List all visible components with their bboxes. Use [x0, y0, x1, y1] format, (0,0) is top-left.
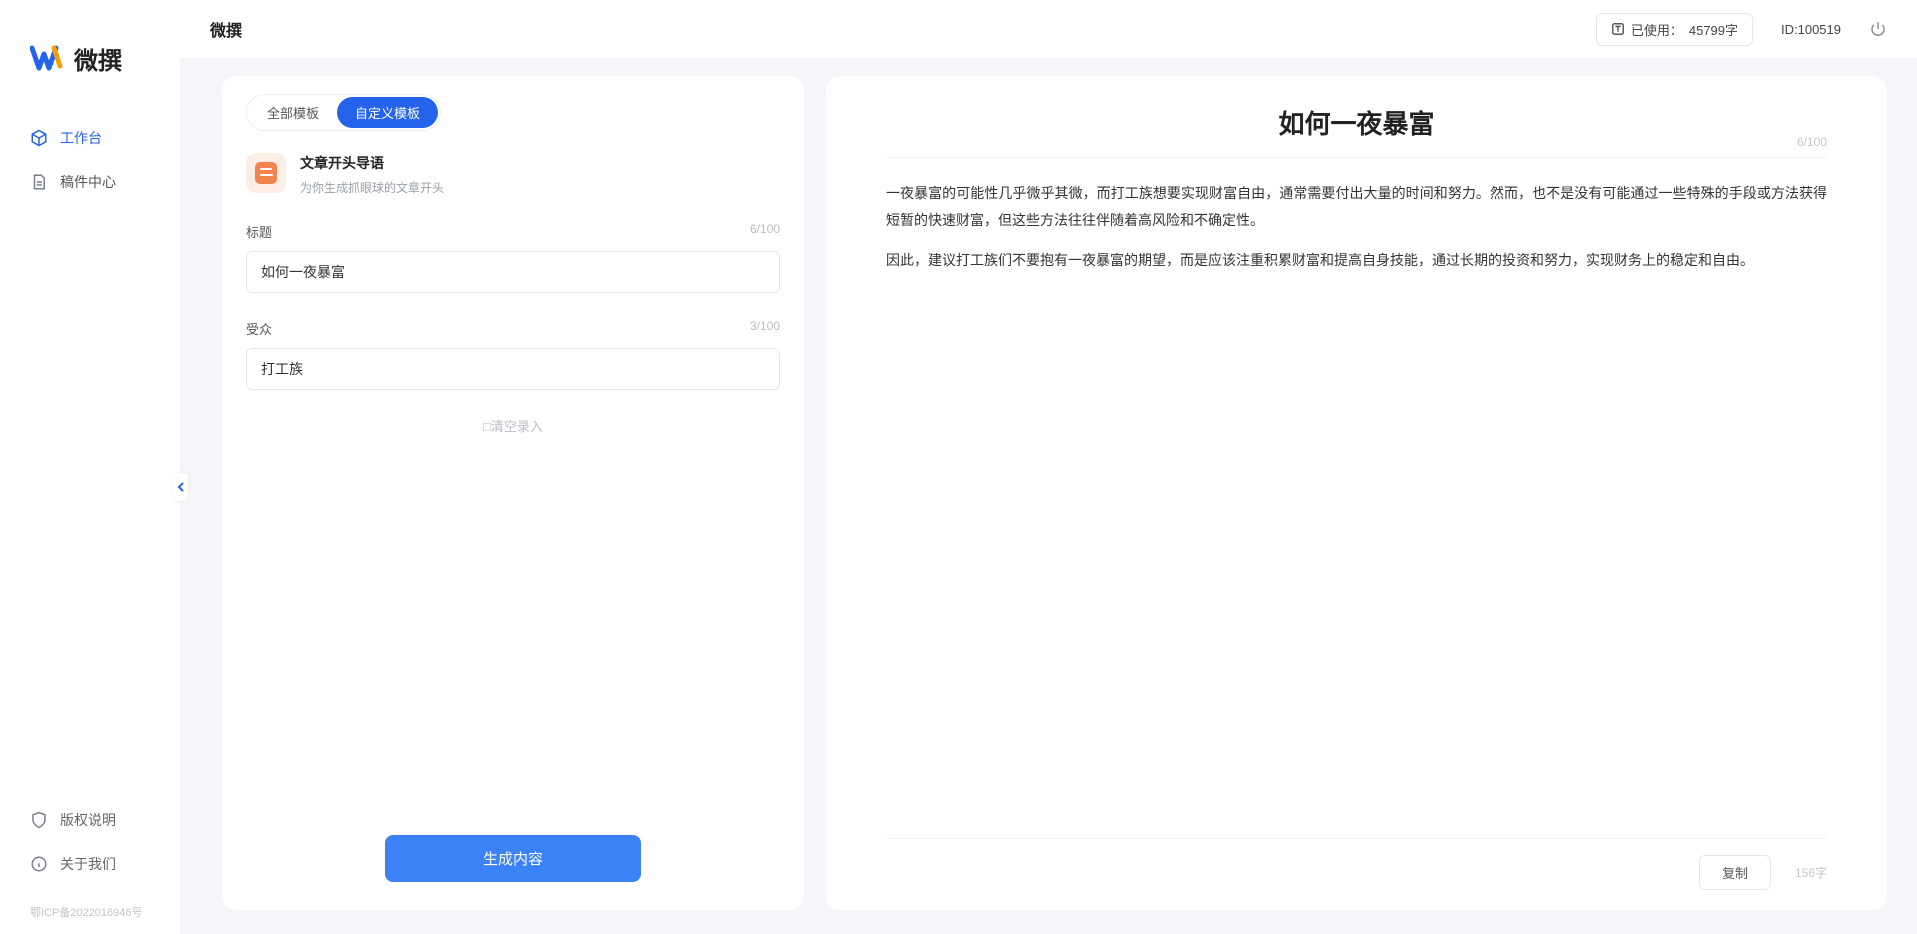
topbar-right: 已使用： 45799字 ID:100519	[1596, 13, 1887, 46]
field-count: 3/100	[750, 319, 780, 338]
shield-icon	[30, 811, 48, 829]
logo-text: 微撰	[74, 41, 122, 76]
form-panel: 全部模板 自定义模板 文章开头导语 为你生成抓眼球的文章开头 标题 6/100	[222, 76, 804, 910]
result-body: 一夜暴富的可能性几乎微乎其微，而打工族想要实现财富自由，通常需要付出大量的时间和…	[886, 180, 1827, 288]
nav-label: 关于我们	[60, 854, 116, 874]
page-title: 微撰	[210, 17, 242, 41]
copy-button[interactable]: 复制	[1699, 855, 1771, 890]
field-label: 标题	[246, 222, 272, 241]
usage-prefix: 已使用：	[1631, 20, 1683, 39]
icp-text: 鄂ICP备2022016946号	[0, 904, 180, 934]
user-id: ID:100519	[1781, 22, 1841, 37]
main: 微撰 已使用： 45799字 ID:100519 全部模板 自定义模板	[180, 0, 1917, 934]
result-paragraph: 因此，建议打工族们不要抱有一夜暴富的期望，而是应该注重积累财富和提高自身技能，通…	[886, 247, 1827, 274]
template-desc: 为你生成抓眼球的文章开头	[300, 179, 444, 196]
nav-main: 工作台 稿件中心	[0, 106, 180, 798]
field-count: 6/100	[750, 222, 780, 241]
template-tabs: 全部模板 自定义模板	[246, 94, 441, 131]
field-label: 受众	[246, 319, 272, 338]
nav-bottom: 版权说明 关于我们	[0, 798, 180, 904]
nav-label: 工作台	[60, 128, 102, 148]
result-title-count: 6/100	[1797, 135, 1827, 149]
topbar: 微撰 已使用： 45799字 ID:100519	[180, 0, 1917, 58]
usage-value: 45799字	[1689, 20, 1738, 39]
tab-all-templates[interactable]: 全部模板	[249, 97, 337, 128]
logo: 微撰	[0, 0, 180, 106]
result-paragraph: 一夜暴富的可能性几乎微乎其微，而打工族想要实现财富自由，通常需要付出大量的时间和…	[886, 180, 1827, 233]
generate-button[interactable]: 生成内容	[385, 835, 641, 882]
content-row: 全部模板 自定义模板 文章开头导语 为你生成抓眼球的文章开头 标题 6/100	[180, 58, 1917, 934]
result-title-row: 如何一夜暴富 6/100	[886, 104, 1827, 158]
field-title: 标题 6/100	[246, 222, 780, 293]
power-icon[interactable]	[1869, 20, 1887, 38]
clear-input-link[interactable]: □清空录入	[246, 416, 780, 435]
info-icon	[30, 855, 48, 873]
result-panel: 如何一夜暴富 6/100 一夜暴富的可能性几乎微乎其微，而打工族想要实现财富自由…	[826, 76, 1887, 910]
logo-icon	[30, 40, 66, 76]
word-count: 156字	[1795, 864, 1827, 881]
template-name: 文章开头导语	[300, 153, 444, 173]
nav-item-copyright[interactable]: 版权说明	[0, 798, 180, 842]
nav-item-workspace[interactable]: 工作台	[0, 116, 180, 160]
title-input[interactable]	[246, 251, 780, 293]
template-icon	[246, 153, 286, 193]
nav-label: 版权说明	[60, 810, 116, 830]
usage-badge[interactable]: 已使用： 45799字	[1596, 13, 1753, 46]
cube-icon	[30, 129, 48, 147]
sidebar: 微撰 工作台 稿件中心 版权说明 关于我们 鄂IC	[0, 0, 180, 934]
audience-input[interactable]	[246, 348, 780, 390]
nav-item-about[interactable]: 关于我们	[0, 842, 180, 886]
template-header: 文章开头导语 为你生成抓眼球的文章开头	[246, 153, 780, 196]
result-footer: 复制 156字	[886, 838, 1827, 890]
nav-label: 稿件中心	[60, 172, 116, 192]
nav-item-drafts[interactable]: 稿件中心	[0, 160, 180, 204]
tab-custom-template[interactable]: 自定义模板	[337, 97, 438, 128]
template-meta: 文章开头导语 为你生成抓眼球的文章开头	[300, 153, 444, 196]
text-icon	[1611, 22, 1625, 36]
result-title: 如何一夜暴富	[1278, 104, 1434, 141]
document-icon	[30, 173, 48, 191]
field-audience: 受众 3/100	[246, 319, 780, 390]
